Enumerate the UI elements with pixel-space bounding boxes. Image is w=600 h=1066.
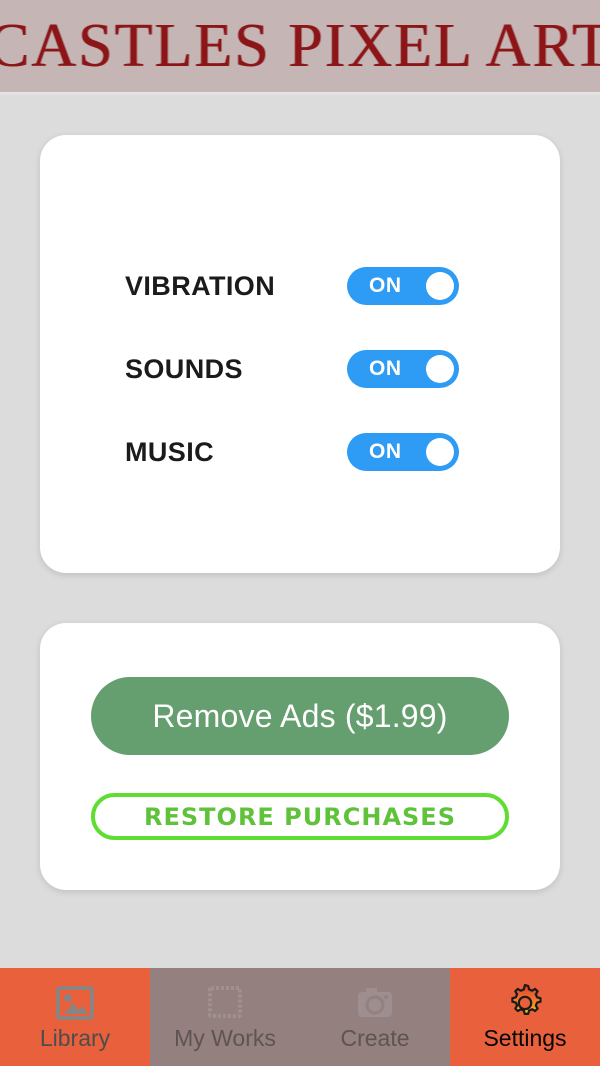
nav-tab-create[interactable]: Create bbox=[300, 968, 450, 1066]
settings-row-sounds: SOUNDS ON bbox=[40, 339, 560, 399]
sounds-label: SOUNDS bbox=[125, 353, 243, 384]
app-header: CASTLES PIXEL ART bbox=[0, 0, 600, 92]
restore-purchases-button[interactable]: RESTORE PURCHASES bbox=[91, 793, 509, 840]
vibration-toggle[interactable]: ON bbox=[347, 267, 459, 305]
settings-row-vibration: VIBRATION ON bbox=[40, 256, 560, 316]
settings-row-music: MUSIC ON bbox=[40, 422, 560, 482]
app-title: CASTLES PIXEL ART bbox=[0, 12, 600, 80]
stamp-frame-icon bbox=[207, 984, 243, 1022]
nav-label-settings: Settings bbox=[483, 1025, 567, 1051]
nav-tab-my-works[interactable]: My Works bbox=[150, 968, 300, 1066]
nav-label-library: Library bbox=[39, 1025, 111, 1051]
toggle-knob-icon bbox=[426, 272, 454, 300]
music-toggle[interactable]: ON bbox=[347, 433, 459, 471]
music-toggle-state: ON bbox=[369, 440, 402, 463]
main-content: VIBRATION ON SOUNDS ON MUSIC ON Remove A… bbox=[0, 96, 600, 968]
image-icon bbox=[56, 984, 94, 1022]
settings-card: VIBRATION ON SOUNDS ON MUSIC ON bbox=[40, 135, 560, 573]
nav-label-my-works: My Works bbox=[174, 1025, 276, 1051]
sounds-toggle[interactable]: ON bbox=[347, 350, 459, 388]
remove-ads-button[interactable]: Remove Ads ($1.99) bbox=[91, 677, 509, 755]
vibration-label: VIBRATION bbox=[125, 270, 276, 301]
sounds-toggle-state: ON bbox=[369, 357, 402, 380]
bottom-navigation-bar: Library My Works Create Settings bbox=[0, 968, 600, 1066]
nav-label-create: Create bbox=[340, 1025, 410, 1051]
vibration-toggle-state: ON bbox=[369, 274, 402, 297]
purchases-card: Remove Ads ($1.99) RESTORE PURCHASES bbox=[40, 623, 560, 890]
camera-icon bbox=[356, 984, 394, 1022]
music-label: MUSIC bbox=[125, 436, 214, 467]
nav-tab-settings[interactable]: Settings bbox=[450, 968, 600, 1066]
toggle-knob-icon bbox=[426, 438, 454, 466]
nav-tab-library[interactable]: Library bbox=[0, 968, 150, 1066]
toggle-knob-icon bbox=[426, 355, 454, 383]
gear-icon bbox=[504, 983, 546, 1022]
